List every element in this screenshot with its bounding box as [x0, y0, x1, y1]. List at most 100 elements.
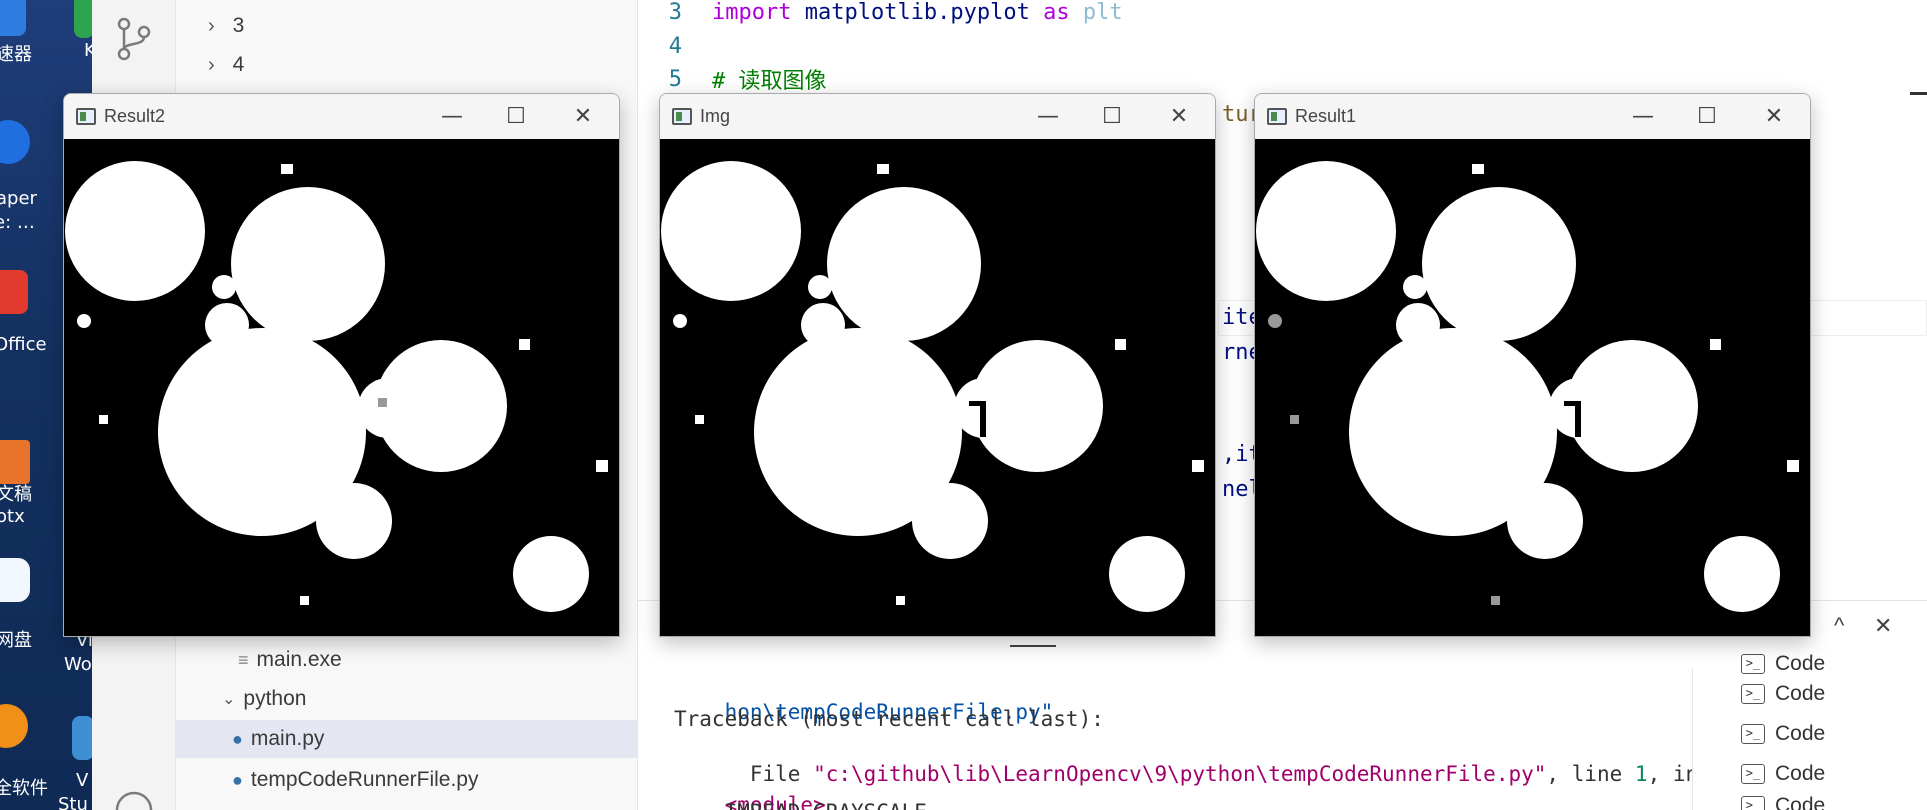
black-notch	[969, 401, 983, 406]
tree-item-label: python	[243, 687, 307, 710]
tree-item-label: tempCodeRunnerFile.py	[250, 768, 479, 791]
code-line: 3 import matplotlib.pyplot as plt	[638, 0, 1123, 28]
accelerator-icon[interactable]	[0, 0, 26, 36]
maximize-button[interactable]: ☐	[494, 100, 538, 134]
minimap-marker	[1910, 92, 1927, 95]
white-blob	[1566, 340, 1698, 472]
chevron-right-icon: ›	[208, 14, 215, 37]
white-dot	[896, 596, 905, 605]
python-file-icon: ●	[232, 728, 243, 749]
pptx-file-icon[interactable]	[0, 440, 30, 484]
desktop-label: e: …	[0, 212, 35, 233]
img-window[interactable]: Img — ☐ ✕	[659, 93, 1216, 637]
terminal-text: , in	[1647, 762, 1699, 786]
white-dot	[300, 596, 309, 605]
white-blob	[375, 340, 507, 472]
comment: # 读取图像	[712, 69, 827, 94]
gray-dot	[1268, 314, 1282, 328]
code-line: 5 # 读取图像	[638, 63, 827, 95]
black-notch	[980, 401, 986, 437]
white-dot	[1472, 164, 1484, 174]
python-file-icon: ●	[232, 769, 243, 790]
wps-office-icon[interactable]	[0, 270, 28, 314]
tree-folder-4[interactable]: › 4	[208, 49, 244, 81]
terminal-icon: >_	[1741, 764, 1765, 784]
white-blob	[1704, 536, 1780, 612]
tree-file-main-exe[interactable]: ≡ main.exe	[238, 644, 342, 676]
wallpaper-engine-icon[interactable]	[0, 120, 30, 164]
window-titlebar[interactable]: Result2 — ☐ ✕	[64, 94, 619, 139]
terminal-list-label: Code	[1775, 722, 1826, 745]
panel-collapse-icon[interactable]: ^	[1834, 613, 1844, 639]
white-dot	[519, 339, 530, 350]
minimize-button[interactable]: —	[430, 100, 474, 134]
tree-folder-python[interactable]: ⌄ python	[222, 683, 306, 715]
security-software-icon[interactable]	[0, 704, 28, 748]
white-dot	[596, 460, 608, 472]
window-title: Result2	[104, 106, 166, 126]
chevron-down-icon: ⌄	[222, 691, 236, 708]
terminal-list-item[interactable]: >_ Code	[1741, 682, 1825, 706]
app-icon[interactable]	[74, 0, 92, 38]
tree-file-main-py[interactable]: ● main.py	[176, 720, 638, 758]
window-titlebar[interactable]: Img — ☐ ✕	[660, 94, 1215, 139]
white-blob	[1507, 483, 1583, 559]
desktop-label: Stu	[58, 794, 88, 810]
minimize-button[interactable]: —	[1621, 100, 1665, 134]
white-dot	[1787, 460, 1799, 472]
terminal-path[interactable]: "c:\github\lib\LearnOpencv\9\python\temp…	[813, 762, 1546, 786]
line-number: 4	[668, 33, 682, 59]
source-control-icon[interactable]	[114, 16, 154, 62]
terminal-list: >_ Code >_ Code >_ Code >_ Code >_ Code	[1692, 652, 1927, 810]
binary-image-canvas	[64, 139, 619, 636]
gray-dot	[1290, 415, 1299, 424]
white-dot	[281, 164, 293, 174]
terminal-list-item[interactable]: >_ Code	[1741, 762, 1825, 786]
terminal-list-item[interactable]: >_ Code	[1741, 652, 1825, 676]
tree-item-label: main.exe	[256, 648, 342, 671]
white-blob	[1422, 187, 1576, 341]
terminal-list-label: Code	[1775, 794, 1826, 810]
black-notch	[1564, 401, 1578, 406]
white-blob	[231, 187, 385, 341]
tree-file-tempcoderunner[interactable]: ● tempCodeRunnerFile.py	[232, 764, 479, 796]
white-dot	[695, 415, 704, 424]
alias: plt	[1069, 0, 1123, 25]
maximize-button[interactable]: ☐	[1685, 100, 1729, 134]
white-blob	[1403, 275, 1427, 299]
close-button[interactable]: ✕	[1752, 100, 1796, 134]
result2-window[interactable]: Result2 — ☐ ✕	[63, 93, 620, 637]
white-blob	[808, 275, 832, 299]
desktop-label: Wo	[64, 654, 92, 675]
terminal-list-item[interactable]: >_ Code	[1741, 722, 1825, 746]
keyword: as	[1043, 0, 1070, 25]
white-dot	[673, 314, 687, 328]
terminal-list-label: Code	[1775, 682, 1826, 705]
terminal-icon: >_	[1741, 796, 1765, 810]
close-button[interactable]: ✕	[1157, 100, 1201, 134]
binary-image-canvas	[660, 139, 1215, 636]
binary-image-canvas	[1255, 139, 1810, 636]
tree-item-label: main.py	[250, 727, 325, 750]
minimize-button[interactable]: —	[1026, 100, 1070, 134]
close-button[interactable]: ✕	[561, 100, 605, 134]
desktop-label: V	[76, 770, 89, 791]
module-name: matplotlib.pyplot	[791, 0, 1044, 25]
terminal-list-label: Code	[1775, 652, 1826, 675]
window-app-icon	[76, 108, 96, 125]
visual-studio-icon[interactable]	[72, 716, 92, 760]
maximize-button[interactable]: ☐	[1090, 100, 1134, 134]
panel-close-icon[interactable]: ✕	[1874, 613, 1892, 639]
baidu-netdisk-icon[interactable]	[0, 558, 30, 602]
terminal-list-item[interactable]: >_ Code	[1741, 794, 1825, 810]
desktop-label: K	[84, 40, 92, 61]
result1-window[interactable]: Result1 — ☐ ✕	[1254, 93, 1811, 637]
line-number: 5	[668, 66, 682, 92]
window-titlebar[interactable]: Result1 — ☐ ✕	[1255, 94, 1810, 139]
tree-folder-3[interactable]: › 3	[208, 10, 244, 42]
account-icon[interactable]	[114, 790, 154, 810]
code-line: 4	[638, 30, 712, 62]
desktop-label: Office	[0, 334, 47, 355]
white-blob	[1109, 536, 1185, 612]
desktop-label: 速器	[0, 44, 32, 65]
